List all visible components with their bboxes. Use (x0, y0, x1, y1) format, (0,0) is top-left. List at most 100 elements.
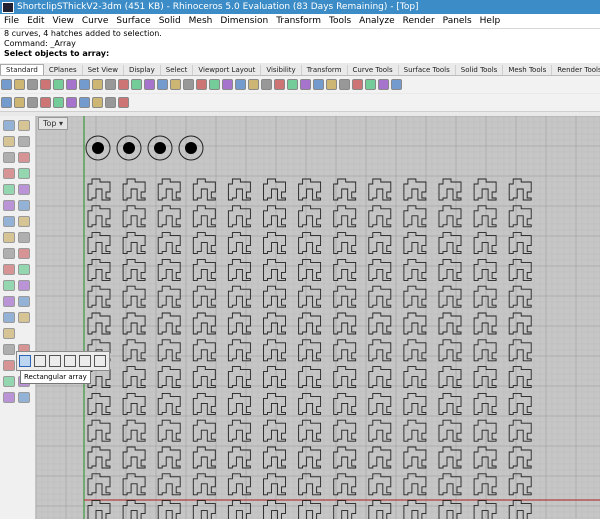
layer-6-icon[interactable] (79, 97, 90, 108)
clip-shape-outline[interactable] (227, 366, 251, 389)
point-icon[interactable] (18, 120, 30, 131)
clip-shape-outline[interactable] (87, 312, 111, 335)
lock-icon[interactable] (287, 79, 298, 90)
color-icon[interactable] (313, 79, 324, 90)
array-curve-on-surface-icon[interactable] (79, 355, 91, 367)
perspective-icon[interactable] (235, 79, 246, 90)
menu-view[interactable]: View (49, 16, 78, 26)
hatch-circle-fill[interactable] (92, 142, 104, 154)
clip-shape-outline[interactable] (227, 339, 251, 362)
zoom-icon[interactable] (157, 79, 168, 90)
layer-4-icon[interactable] (53, 97, 64, 108)
clip-shape-outline[interactable] (403, 366, 427, 389)
grid-icon[interactable] (248, 79, 259, 90)
save-icon[interactable] (27, 79, 38, 90)
clip-shape-outline[interactable] (473, 500, 497, 519)
layer-3-icon[interactable] (40, 97, 51, 108)
render-icon[interactable] (3, 392, 15, 403)
tab-select[interactable]: Select (161, 65, 194, 75)
layer-default-icon[interactable] (1, 97, 12, 108)
rectangle-icon[interactable] (18, 168, 30, 179)
clip-shape-outline[interactable] (157, 419, 181, 442)
menu-help[interactable]: Help (476, 16, 505, 26)
clip-shape-outline[interactable] (263, 473, 286, 496)
explode-icon[interactable] (18, 280, 30, 291)
scale-icon[interactable] (18, 312, 30, 323)
clip-shape-outline[interactable] (403, 500, 427, 519)
hatch-circle-fill[interactable] (154, 142, 166, 154)
clip-shape-outline[interactable] (263, 312, 286, 335)
clip-shape-outline[interactable] (87, 446, 111, 469)
clip-shape-outline[interactable] (227, 205, 251, 228)
pan-icon[interactable] (131, 79, 142, 90)
dimension-icon[interactable] (3, 360, 15, 371)
hatch-circle-fill[interactable] (123, 142, 135, 154)
clip-shape-outline[interactable] (157, 285, 181, 308)
material-icon[interactable] (339, 79, 350, 90)
zoom-all-icon[interactable] (209, 79, 220, 90)
clip-shape-outline[interactable] (473, 205, 497, 228)
rotate-icon[interactable] (3, 312, 15, 323)
help-icon[interactable] (391, 79, 402, 90)
menu-edit[interactable]: Edit (23, 16, 48, 26)
fillet-icon[interactable] (3, 248, 15, 259)
clip-shape-outline[interactable] (192, 473, 216, 496)
clip-shape-outline[interactable] (157, 366, 181, 389)
clip-shape-outline[interactable] (227, 285, 251, 308)
environment-icon[interactable] (352, 79, 363, 90)
clip-shape-outline[interactable] (157, 500, 181, 519)
layer-2-icon[interactable] (27, 97, 38, 108)
array-along-curve-icon[interactable] (49, 355, 61, 367)
viewport-canvas[interactable] (36, 116, 600, 519)
clip-shape-outline[interactable] (192, 285, 216, 308)
clip-shape-outline[interactable] (333, 500, 357, 519)
ellipse-icon[interactable] (3, 168, 15, 179)
clip-shape-outline[interactable] (192, 366, 216, 389)
clip-shape-outline[interactable] (298, 312, 322, 335)
clip-shape-outline[interactable] (333, 366, 357, 389)
layer-5-icon[interactable] (66, 97, 77, 108)
layer-1-icon[interactable] (14, 97, 25, 108)
clip-shape-outline[interactable] (87, 205, 111, 228)
clip-shape-outline[interactable] (473, 366, 497, 389)
clip-shape-outline[interactable] (333, 419, 357, 442)
group-icon[interactable] (3, 376, 15, 387)
clip-shape-outline[interactable] (227, 473, 251, 496)
clip-shape-outline[interactable] (298, 205, 322, 228)
clip-shape-outline[interactable] (403, 205, 427, 228)
join-icon[interactable] (3, 280, 15, 291)
clip-shape-outline[interactable] (298, 473, 322, 496)
clip-shape-outline[interactable] (403, 473, 427, 496)
clip-shape-outline[interactable] (87, 500, 111, 519)
tab-viewport-layout[interactable]: Viewport Layout (193, 65, 262, 75)
layer-8-icon[interactable] (105, 97, 116, 108)
clip-shape-outline[interactable] (263, 258, 286, 281)
clip-shape-outline[interactable] (333, 446, 357, 469)
print-icon[interactable] (40, 79, 51, 90)
clip-shape-outline[interactable] (263, 500, 286, 519)
clip-shape-outline[interactable] (473, 312, 497, 335)
command-prompt[interactable]: Select objects to array: (0, 49, 600, 59)
polygon-icon[interactable] (3, 184, 15, 195)
tab-visibility[interactable]: Visibility (261, 65, 302, 75)
clip-shape-outline[interactable] (298, 339, 322, 362)
undo-icon[interactable] (105, 79, 116, 90)
viewport-title-top[interactable]: Top ▾ (38, 117, 69, 130)
menu-surface[interactable]: Surface (112, 16, 154, 26)
clip-shape-outline[interactable] (403, 258, 427, 281)
properties-icon[interactable] (378, 79, 389, 90)
split-icon[interactable] (18, 264, 30, 275)
clip-shape-outline[interactable] (227, 500, 251, 519)
clip-shape-outline[interactable] (473, 446, 497, 469)
clip-shape-outline[interactable] (192, 205, 216, 228)
clip-shape-outline[interactable] (403, 419, 427, 442)
cut-icon[interactable] (66, 79, 77, 90)
boolean-icon[interactable] (18, 232, 30, 243)
clip-shape-outline[interactable] (263, 419, 286, 442)
copy-icon[interactable] (79, 79, 90, 90)
menu-render[interactable]: Render (399, 16, 439, 26)
clip-shape-outline[interactable] (403, 339, 427, 362)
tab-curve-tools[interactable]: Curve Tools (348, 65, 399, 75)
analyze-icon[interactable] (18, 392, 30, 403)
import-icon[interactable] (53, 79, 64, 90)
